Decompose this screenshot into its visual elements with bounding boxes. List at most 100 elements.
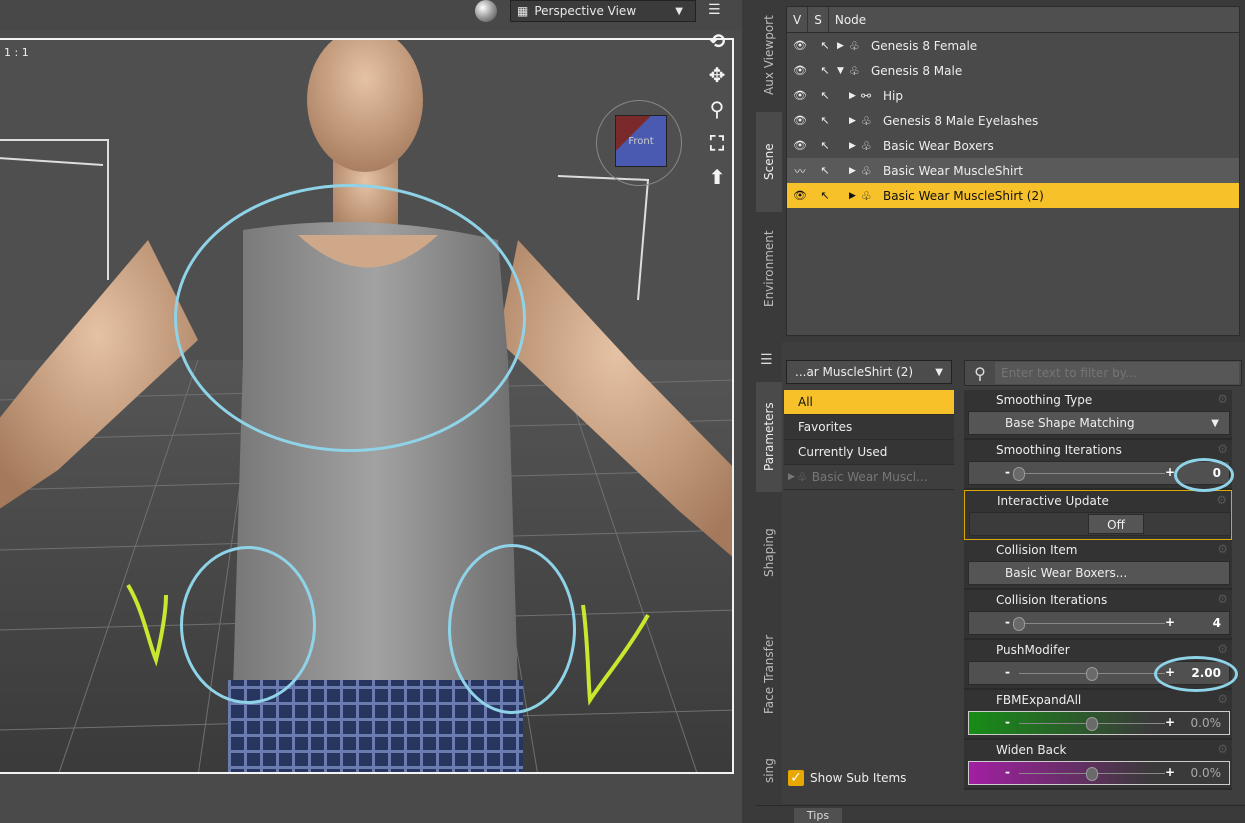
gear-icon[interactable]: ⚙ <box>1217 642 1228 656</box>
header-visible[interactable]: V <box>787 7 809 32</box>
cursor-icon[interactable]: ↖ <box>813 114 837 127</box>
chevron-right-icon[interactable]: ▶ <box>849 191 861 201</box>
pane-options-icon[interactable]: ☰ <box>760 352 773 368</box>
scene-node-eyelashes[interactable]: 👁 ↖ ▶ ♧ Genesis 8 Male Eyelashes <box>787 108 1239 133</box>
slider-value[interactable]: 4 <box>1213 616 1221 630</box>
increment-icon[interactable]: + <box>1165 665 1175 679</box>
cursor-icon[interactable]: ↖ <box>813 139 837 152</box>
eye-icon[interactable]: 👁 <box>787 39 813 52</box>
eye-icon[interactable]: 👁 <box>787 64 813 77</box>
scene-node-hip[interactable]: 👁 ↖ ▶ ⚯ Hip <box>787 83 1239 108</box>
chevron-down-icon[interactable]: ▼ <box>837 66 849 76</box>
tab-tips[interactable]: Tips <box>794 808 842 823</box>
eye-icon[interactable]: 👁 <box>787 89 813 102</box>
off-button[interactable]: Off <box>1088 514 1144 534</box>
scene-node-muscleshirt-2[interactable]: 👁 ↖ ▶ ♧ Basic Wear MuscleShirt (2) <box>787 183 1239 208</box>
chevron-right-icon[interactable]: ▶ <box>849 166 861 176</box>
header-selectable[interactable]: S <box>808 7 829 32</box>
viewport-options-icon[interactable]: ☰ <box>708 2 728 18</box>
collision-iterations-slider[interactable]: - + 4 <box>968 611 1230 635</box>
scene-node-muscleshirt[interactable]: 〰 ↖ ▶ ♧ Basic Wear MuscleShirt <box>787 158 1239 183</box>
smoothing-iterations-slider[interactable]: - + 0 <box>968 461 1230 485</box>
gear-icon[interactable]: ⚙ <box>1217 542 1228 556</box>
eye-icon[interactable]: 👁 <box>787 139 813 152</box>
category-favorites[interactable]: Favorites <box>784 415 954 440</box>
cursor-icon[interactable]: ↖ <box>813 164 837 177</box>
category-all[interactable]: All <box>784 390 954 415</box>
gear-icon[interactable]: ⚙ <box>1216 493 1227 507</box>
decrement-icon[interactable]: - <box>1005 665 1010 679</box>
push-modifier-slider[interactable]: - + 2.00 <box>968 661 1230 685</box>
slider-value[interactable]: 0.0% <box>1191 766 1222 780</box>
tab-shaping[interactable]: Shaping <box>756 498 782 608</box>
smoothing-type-select[interactable]: Base Shape Matching ▼ <box>968 411 1230 435</box>
decrement-icon[interactable]: - <box>1005 615 1010 629</box>
slider-knob[interactable] <box>1013 467 1025 481</box>
slider-knob[interactable] <box>1013 617 1025 631</box>
tab-environment[interactable]: Environment <box>756 214 782 324</box>
fbm-expand-all-slider[interactable]: - + 0.0% <box>968 711 1230 735</box>
tab-aux-viewport[interactable]: Aux Viewport <box>756 0 782 110</box>
decrement-icon[interactable]: - <box>1005 465 1010 479</box>
checkmark-icon[interactable]: ✓ <box>788 770 804 786</box>
slider-knob[interactable] <box>1086 767 1098 781</box>
header-node[interactable]: Node <box>829 7 1239 32</box>
reset-view-icon[interactable]: ⬆ <box>704 164 730 190</box>
slider-knob[interactable] <box>1086 717 1098 731</box>
view-cube[interactable]: Front <box>596 100 682 186</box>
viewport-canvas[interactable]: 1 : 1 Front <box>0 38 734 774</box>
slider-value[interactable]: 0.0% <box>1191 716 1222 730</box>
slider-value[interactable]: 0 <box>1213 466 1221 480</box>
tab-face-transfer[interactable]: Face Transfer <box>756 614 782 734</box>
draw-style-icon[interactable] <box>475 0 497 22</box>
show-sub-items-checkbox[interactable]: ✓ Show Sub Items <box>788 770 906 786</box>
increment-icon[interactable]: + <box>1165 465 1175 479</box>
tab-parameters[interactable]: Parameters <box>756 382 782 492</box>
decrement-icon[interactable]: - <box>1005 715 1010 729</box>
cursor-icon[interactable]: ↖ <box>813 64 837 77</box>
gear-icon[interactable]: ⚙ <box>1217 442 1228 456</box>
param-label: Collision Item <box>996 543 1078 557</box>
gear-icon[interactable]: ⚙ <box>1217 692 1228 706</box>
parameter-node-select[interactable]: ...ar MuscleShirt (2) ▼ <box>786 360 952 384</box>
pan-icon[interactable]: ✥ <box>704 62 730 88</box>
search-icon[interactable]: ⚲ <box>965 364 995 383</box>
filter-input[interactable] <box>995 362 1239 384</box>
eye-closed-icon[interactable]: 〰 <box>787 163 813 179</box>
collision-item-button[interactable]: Basic Wear Boxers... <box>968 561 1230 585</box>
tab-posing[interactable]: sing <box>756 742 782 800</box>
tab-scene[interactable]: Scene <box>756 112 782 212</box>
cursor-icon[interactable]: ↖ <box>813 39 837 52</box>
category-currently-used[interactable]: Currently Used <box>784 440 954 465</box>
decrement-icon[interactable]: - <box>1005 765 1010 779</box>
widen-back-slider[interactable]: - + 0.0% <box>968 761 1230 785</box>
cursor-icon[interactable]: ↖ <box>813 89 837 102</box>
scene-node-genesis-8-female[interactable]: 👁 ↖ ▶ ♧ Genesis 8 Female <box>787 33 1239 58</box>
increment-icon[interactable]: + <box>1165 615 1175 629</box>
gear-icon[interactable]: ⚙ <box>1217 742 1228 756</box>
view-select[interactable]: ▦ Perspective View ▼ <box>510 0 696 22</box>
gear-icon[interactable]: ⚙ <box>1217 392 1228 406</box>
eye-icon[interactable]: 👁 <box>787 114 813 127</box>
chevron-right-icon[interactable]: ▶ <box>849 141 861 151</box>
view-cube-face[interactable]: Front <box>615 115 667 167</box>
scene-header: V S Node <box>787 7 1239 33</box>
gear-icon[interactable]: ⚙ <box>1217 592 1228 606</box>
scene-node-boxers[interactable]: 👁 ↖ ▶ ♧ Basic Wear Boxers <box>787 133 1239 158</box>
orbit-icon[interactable]: ⟲ <box>704 28 730 54</box>
chevron-right-icon[interactable]: ▶ <box>849 116 861 126</box>
chevron-right-icon[interactable]: ▶ <box>849 91 861 101</box>
increment-icon[interactable]: + <box>1165 765 1175 779</box>
slider-value[interactable]: 2.00 <box>1191 666 1221 680</box>
scene-node-genesis-8-male[interactable]: 👁 ↖ ▼ ♧ Genesis 8 Male <box>787 58 1239 83</box>
chevron-right-icon[interactable]: ▶ <box>837 41 849 51</box>
cursor-icon[interactable]: ↖ <box>813 189 837 202</box>
zoom-icon[interactable]: ⚲ <box>704 96 730 122</box>
frame-icon[interactable]: ⛶ <box>704 130 730 156</box>
increment-icon[interactable]: + <box>1165 715 1175 729</box>
eye-icon[interactable]: 👁 <box>787 189 813 202</box>
param-label: Interactive Update <box>997 494 1109 508</box>
category-node[interactable]: ▶ ♧ Basic Wear Muscl... <box>784 465 954 490</box>
slider-knob[interactable] <box>1086 667 1098 681</box>
viewport[interactable]: ▦ Perspective View ▼ ☰ 1 : 1 Front ⟲ ✥ ⚲… <box>0 0 742 823</box>
